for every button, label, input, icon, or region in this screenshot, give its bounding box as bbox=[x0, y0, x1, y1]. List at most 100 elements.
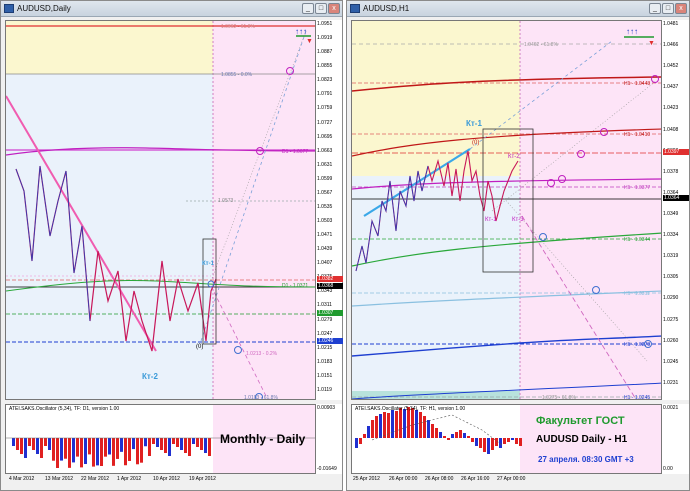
level-label: 1.0213 - 0.2% bbox=[246, 351, 278, 357]
oscillator-bar bbox=[507, 438, 510, 442]
oscillator-bar bbox=[383, 412, 386, 438]
price-axis-label: 1.0503 bbox=[317, 218, 333, 225]
price-axis-label: 1.0437 bbox=[663, 84, 679, 91]
brand-line1: Факультет ГОСТ bbox=[536, 415, 625, 427]
price-axis-label: 1.0260 bbox=[663, 337, 679, 344]
price-axis-label: 1.0535 bbox=[317, 203, 333, 210]
left-chart-window[interactable]: AUDUSD,Daily _ □ x ↑↑↑ ▼ 1.0962 - 61.8% … bbox=[0, 0, 343, 491]
oscillator-bar bbox=[88, 438, 91, 455]
oscillator-bar bbox=[479, 438, 482, 448]
chart-window-icon bbox=[4, 4, 14, 13]
date-label: 1 Apr 2012 bbox=[117, 476, 142, 482]
oscillator-bar bbox=[487, 438, 490, 454]
oscillator-bar bbox=[140, 438, 143, 463]
oscillator-bar bbox=[56, 438, 59, 468]
oscillator-bar bbox=[20, 438, 23, 454]
oscillator-bar bbox=[411, 408, 414, 438]
level-label: H1 - 1.0344 bbox=[624, 237, 651, 243]
oscillator-bar bbox=[435, 428, 438, 438]
left-window-titlebar[interactable]: AUDUSD,Daily _ □ x bbox=[1, 1, 342, 17]
oscillator-bar bbox=[180, 438, 183, 450]
price-axis-label: 1.0663 bbox=[317, 147, 333, 154]
oscillator-bar bbox=[367, 426, 370, 438]
left-indicator-panel[interactable]: ATEI.SAKS.Oscillator (5,34), TF: D1, ver… bbox=[5, 404, 316, 474]
left-indicator-title: ATEI.SAKS.Oscillator (5,34), TF: D1, ver… bbox=[9, 406, 120, 412]
oscillator-bar bbox=[12, 438, 15, 446]
right-chart-window[interactable]: AUDUSD,H1 _ □ x ↑↑↑ ▼ 1.0462 - 61.8% H1 … bbox=[346, 0, 690, 491]
oscillator-bar bbox=[443, 436, 446, 438]
price-axis-label: 1.0567 bbox=[317, 189, 333, 196]
oscillator-bar bbox=[160, 438, 163, 450]
level-label: H1 - 1.0245 bbox=[624, 395, 651, 400]
oscillator-bar bbox=[112, 438, 115, 466]
oscillator-bar bbox=[172, 438, 175, 444]
oscillator-bar bbox=[176, 438, 179, 447]
price-axis-label: 1.0311 bbox=[317, 302, 332, 309]
price-axis-label: 1.0378 bbox=[663, 168, 679, 175]
oscillator-bar bbox=[68, 438, 71, 468]
oscillator-bar bbox=[427, 420, 430, 438]
oscillator-bar bbox=[379, 414, 382, 438]
level-label: H1 - 1.0311 bbox=[624, 291, 650, 297]
price-axis-label: 1.0343 bbox=[317, 288, 333, 295]
oscillator-bar bbox=[471, 438, 474, 442]
level-label: 1.0462 - 61.8% bbox=[524, 42, 558, 48]
oscillator-bar bbox=[475, 438, 478, 446]
price-axis-label: 1.0305 bbox=[663, 274, 679, 281]
maximize-button[interactable]: □ bbox=[662, 3, 674, 14]
price-axis-label: 1.0231 bbox=[663, 379, 679, 386]
oscillator-bar bbox=[72, 438, 75, 463]
oscillator-bar bbox=[491, 438, 494, 450]
oscillator-bar bbox=[192, 438, 195, 444]
level-label: D1 - 1.0371 bbox=[282, 283, 309, 289]
current-price-label: 1.0364 bbox=[663, 195, 689, 201]
annotation-kt2: Кт-2 bbox=[508, 154, 520, 160]
oscillator-bar bbox=[64, 438, 67, 459]
oscillator-bar bbox=[148, 438, 151, 456]
level-label: D1 - 1.0677 bbox=[282, 149, 309, 155]
oscillator-bar bbox=[156, 438, 159, 447]
oscillator-bar bbox=[16, 438, 19, 450]
maximize-button[interactable]: □ bbox=[315, 3, 327, 14]
oscillator-bar bbox=[423, 416, 426, 438]
price-axis-label: 1.0452 bbox=[663, 63, 679, 70]
oscillator-bar bbox=[196, 438, 199, 447]
oscillator-bar bbox=[168, 438, 171, 456]
brand-line3: 27 апреля. 08:30 GMT +3 bbox=[538, 455, 634, 464]
oscillator-bar bbox=[419, 412, 422, 438]
price-axis-label: 1.0319 bbox=[663, 253, 679, 260]
indicator-scale-top: 0.0021 bbox=[663, 405, 679, 411]
minimize-button[interactable]: _ bbox=[649, 3, 661, 14]
oscillator-bar bbox=[108, 438, 111, 455]
date-label: 25 Apr 2012 bbox=[353, 476, 380, 482]
indicator-scale-bottom: 0.00 bbox=[663, 466, 673, 472]
annotation-kt1: Кт-1 bbox=[202, 261, 214, 267]
level-label: 1.0855 - 0.0% bbox=[221, 72, 253, 78]
right-price-axis: 1.0481 1.0466 1.0452 1.0437 1.0423 1.0408 1.03… bbox=[662, 20, 689, 400]
svg-text:↑↑↑: ↑↑↑ bbox=[295, 27, 307, 36]
close-button[interactable]: x bbox=[328, 3, 340, 14]
price-axis-label: 1.0408 bbox=[663, 126, 679, 133]
annotation-kt3: Кт-3 bbox=[512, 217, 524, 223]
oscillator-bar bbox=[144, 438, 147, 447]
right-price-chart[interactable]: ↑↑↑ ▼ 1.0462 - 61.8% H1 - 1.0443 H1 - 1.… bbox=[351, 20, 662, 400]
price-axis-label: 1.0887 bbox=[317, 49, 333, 56]
right-chart-svg: ↑↑↑ ▼ bbox=[352, 21, 661, 399]
oscillator-bar bbox=[391, 410, 394, 438]
right-window-titlebar[interactable]: AUDUSD,H1 _ □ x bbox=[347, 1, 689, 17]
brand-line2: AUDUSD Daily - H1 bbox=[536, 434, 628, 445]
minimize-button[interactable]: _ bbox=[302, 3, 314, 14]
oscillator-bar bbox=[92, 438, 95, 467]
price-axis-label: 1.0481 bbox=[663, 21, 679, 27]
oscillator-bar bbox=[208, 438, 211, 456]
oscillator-bar bbox=[80, 438, 83, 468]
right-indicator-panel[interactable]: ATEI.SAKS.Oscillator (5,34), TF: H1, ver… bbox=[351, 404, 662, 474]
level-label: H1 - 1.0410 bbox=[624, 132, 651, 138]
left-price-chart[interactable]: ↑↑↑ ▼ 1.0962 - 61.8% 1.0855 - 0.0% D1 - … bbox=[5, 20, 316, 400]
oscillator-bar bbox=[399, 408, 402, 438]
close-button[interactable]: x bbox=[675, 3, 687, 14]
price-axis-label: 1.0119 bbox=[317, 386, 332, 393]
price-axis-label: 1.0275 bbox=[663, 316, 679, 323]
oscillator-bar bbox=[463, 433, 466, 438]
oscillator-bar bbox=[48, 438, 51, 450]
